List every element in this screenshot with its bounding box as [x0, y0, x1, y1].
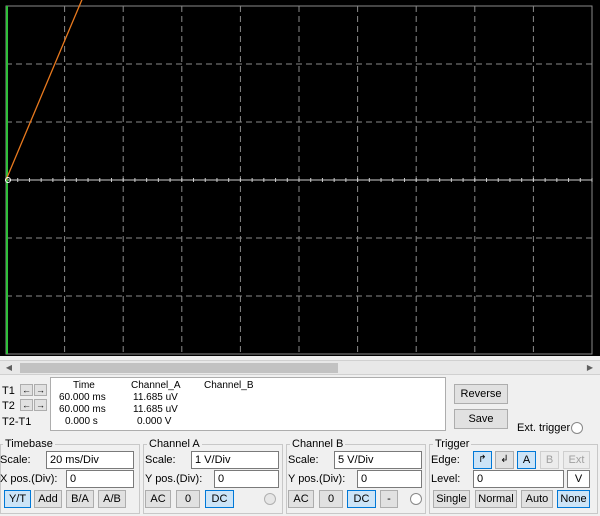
channel-b-invert-button[interactable]: -: [380, 490, 398, 508]
mode-add-button[interactable]: Add: [34, 490, 62, 508]
readout-header-channel-a: Channel_A: [131, 380, 181, 391]
cursor-t1-label: T1: [2, 385, 15, 397]
readout-header-channel-b: Channel_B: [204, 380, 254, 391]
mode-yt-button[interactable]: Y/T: [4, 490, 31, 508]
mode-ab-button[interactable]: A/B: [98, 490, 126, 508]
channel-a-scale-label: Scale:: [145, 454, 176, 466]
t2-left-arrow-icon[interactable]: ←: [20, 399, 33, 411]
trigger-normal-button[interactable]: Normal: [475, 490, 517, 508]
readout-t2-channel-a: 11.685 uV: [133, 404, 178, 415]
channel-a-ypos-label: Y pos.(Div):: [145, 473, 203, 485]
ext-trigger-terminal[interactable]: [571, 422, 583, 434]
readout-t1-channel-a: 11.685 uV: [133, 392, 178, 403]
t1-left-arrow-icon[interactable]: ←: [20, 384, 33, 396]
timebase-xpos-input[interactable]: 0: [66, 470, 134, 488]
readout-header-time: Time: [73, 380, 95, 391]
trigger-auto-button[interactable]: Auto: [521, 490, 553, 508]
trigger-edge-label: Edge:: [431, 454, 460, 466]
t2-right-arrow-icon[interactable]: →: [34, 399, 47, 411]
trigger-single-button[interactable]: Single: [433, 490, 470, 508]
channel-b-dc-button[interactable]: DC: [347, 490, 376, 508]
rising-edge-icon[interactable]: ↱: [473, 451, 492, 469]
scrollbar-thumb[interactable]: [20, 363, 338, 373]
scroll-right-icon[interactable]: ▶: [584, 363, 596, 373]
channel-a-ground-button[interactable]: 0: [176, 490, 200, 508]
channel-a-terminal[interactable]: [264, 493, 276, 505]
channel-a-ypos-input[interactable]: 0: [214, 470, 279, 488]
readout-t2-time: 60.000 ms: [59, 404, 106, 415]
channel-a-dc-button[interactable]: DC: [205, 490, 234, 508]
channel-b-ac-button[interactable]: AC: [288, 490, 314, 508]
trigger-level-label: Level:: [431, 473, 461, 485]
channel-b-ypos-input[interactable]: 0: [357, 470, 422, 488]
timebase-scale-input[interactable]: 20 ms/Div: [46, 451, 134, 469]
cursor-t2-label: T2: [2, 400, 15, 412]
trigger-source-b-button[interactable]: B: [540, 451, 559, 469]
channel-b-scale-input[interactable]: 5 V/Div: [334, 451, 422, 469]
trigger-source-ext-button[interactable]: Ext: [563, 451, 590, 469]
cursor-t2-t1-label: T2-T1: [2, 416, 32, 428]
channel-a-title: Channel A: [147, 438, 202, 450]
channel-b-ypos-label: Y pos.(Div):: [288, 473, 346, 485]
trigger-source-a-button[interactable]: A: [517, 451, 536, 469]
readout-delta-channel-a: 0.000 V: [137, 416, 172, 427]
trigger-none-button[interactable]: None: [557, 490, 590, 508]
t1-right-arrow-icon[interactable]: →: [34, 384, 47, 396]
oscilloscope-plot: [5, 0, 593, 355]
timebase-scale-label: Scale:: [0, 454, 31, 466]
falling-edge-icon[interactable]: ↲: [495, 451, 514, 469]
channel-b-scale-label: Scale:: [288, 454, 319, 466]
channel-a-ac-button[interactable]: AC: [145, 490, 171, 508]
scroll-left-icon[interactable]: ◀: [3, 363, 15, 373]
channel-b-title: Channel B: [290, 438, 346, 450]
readout-t1-time: 60.000 ms: [59, 392, 106, 403]
save-button[interactable]: Save: [454, 409, 508, 429]
trigger-title: Trigger: [433, 438, 472, 450]
readout-delta-time: 0.000 s: [65, 416, 98, 427]
trigger-level-unit[interactable]: V: [567, 470, 590, 488]
oscilloscope-screen[interactable]: [0, 0, 600, 356]
ext-trigger-label: Ext. trigger: [517, 422, 571, 434]
channel-a-scale-input[interactable]: 1 V/Div: [191, 451, 279, 469]
reverse-button[interactable]: Reverse: [454, 384, 508, 404]
timebase-title: Timebase: [3, 438, 55, 450]
mode-ba-button[interactable]: B/A: [66, 490, 94, 508]
trigger-level-input[interactable]: 0: [473, 470, 564, 488]
timebase-xpos-label: X pos.(Div):: [0, 473, 58, 485]
channel-b-ground-button[interactable]: 0: [319, 490, 343, 508]
channel-b-terminal[interactable]: [410, 493, 422, 505]
horizontal-scrollbar[interactable]: ◀ ▶: [0, 360, 600, 375]
cursor-readout-table: Time Channel_A Channel_B 60.000 ms 11.68…: [50, 377, 446, 431]
